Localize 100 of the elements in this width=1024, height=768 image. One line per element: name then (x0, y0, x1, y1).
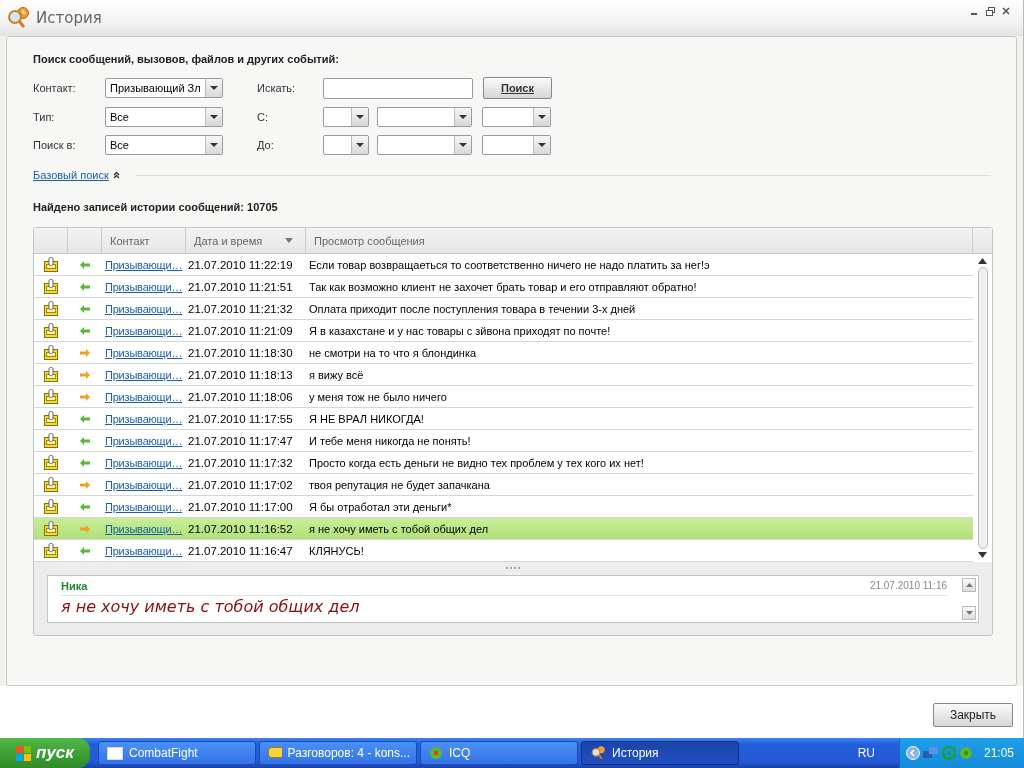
taskbar-button[interactable]: История (581, 741, 739, 765)
date-time-cell-text: 21.07.2010 11:21:32 (187, 301, 294, 317)
message-cell-text: у меня тож не было ничего (308, 389, 448, 405)
message-row[interactable]: Призывающи… 21.07.2010 11:16:52 я не хочу иметь с тобой общих дел (34, 518, 973, 540)
message-row[interactable]: Призывающи… 21.07.2010 11:18:30 не смотри на то что я блондинка (34, 342, 973, 364)
message-row[interactable]: Призывающи… 21.07.2010 11:22:19 Если товар возвращаеться то соответственно ничего не надо платить за нег!э (34, 254, 973, 276)
day-dropdown[interactable] (323, 107, 369, 127)
scroll-down-icon[interactable] (978, 552, 987, 558)
taskbar-button[interactable]: Разговоров: 4 - kons... (259, 741, 417, 765)
contact-link[interactable]: Призывающи… (105, 368, 183, 381)
search-heading: Поиск сообщений, вызовов, файлов и других событий: (33, 53, 340, 65)
month-dropdown[interactable] (377, 107, 472, 127)
message-cell-text: Оплата приходит после поступления товара в течении 3-х дней (308, 301, 637, 317)
contact-link[interactable]: Призывающи… (105, 324, 183, 337)
message-cell-text: КЛЯНУСЬ! (308, 543, 365, 559)
year-dropdown[interactable] (482, 107, 551, 127)
type-dropdown[interactable]: Все (105, 107, 223, 127)
contact-link[interactable]: Призывающи… (105, 346, 183, 359)
right-arrow-icon (80, 480, 90, 489)
contact-link[interactable]: Призывающи… (105, 412, 183, 425)
message-cell-text: Просто когда есть деньги не видно тех проблем у тех кого их нет! (308, 455, 645, 471)
search-button[interactable]: Поиск (483, 77, 552, 99)
right-arrow-icon (80, 524, 90, 533)
windows-logo-icon (16, 745, 33, 761)
search-input-field[interactable] (323, 77, 473, 99)
left-arrow-icon (80, 502, 90, 511)
chevron-left-icon[interactable] (905, 746, 920, 760)
search-in-dropdown[interactable]: Все (105, 135, 223, 155)
splitter-grip[interactable] (506, 566, 520, 571)
restore-icon[interactable] (985, 6, 995, 16)
contact-link[interactable]: Призывающи… (105, 390, 183, 403)
column-header[interactable]: Дата и время (186, 228, 306, 253)
column-header[interactable]: Контакт (102, 228, 186, 253)
clipboard-icon (44, 433, 58, 448)
contact-link[interactable]: Призывающи… (105, 456, 183, 469)
message-cell-text: я вижу всё (308, 367, 365, 383)
found-count-text: Найдено записей истории сообщений: 10705 (33, 201, 279, 213)
contact-link[interactable]: Призывающи… (105, 500, 183, 513)
clipboard-icon (44, 279, 58, 294)
scroll-up-button[interactable] (962, 578, 976, 592)
close-icon[interactable] (1002, 7, 1010, 15)
taskbar-button[interactable]: ICQ (420, 741, 578, 765)
message-row[interactable]: Призывающи… 21.07.2010 11:17:47 И тебе меня никогда не понять! (34, 430, 973, 452)
taskbar-button[interactable]: CombatFight (98, 741, 256, 765)
message-cell-text: не смотри на то что я блондинка (308, 345, 478, 361)
find-label: Искать: (257, 82, 297, 94)
column-header[interactable]: Просмотр сообщения (306, 228, 973, 253)
double-chevron-up-icon (112, 171, 120, 179)
contact-link[interactable]: Призывающи… (105, 522, 183, 535)
date-time-cell-text: 21.07.2010 11:17:00 (187, 499, 294, 515)
left-arrow-icon (80, 260, 90, 269)
message-cell-text: Я НЕ ВРАЛ НИКОГДА! (308, 411, 425, 427)
clock: 21:05 (983, 746, 1014, 760)
flower-icon[interactable] (958, 746, 973, 760)
message-cell-text: твоя репутация не будет запачкана (308, 477, 491, 493)
scroll-down-button[interactable] (962, 606, 976, 620)
contact-link[interactable]: Призывающи… (105, 478, 183, 491)
contact-link[interactable]: Призывающи… (105, 544, 183, 557)
date-time-cell-text: 21.07.2010 11:17:02 (187, 477, 294, 493)
sort-down-icon (285, 238, 293, 243)
date-time-cell-text: 21.07.2010 11:21:51 (187, 279, 294, 295)
message-row[interactable]: Призывающи… 21.07.2010 11:17:32 Просто когда есть деньги не видно тех проблем у тех кого их нет! (34, 452, 973, 474)
scroll-thumb[interactable] (977, 267, 988, 549)
message-row[interactable]: Призывающи… 21.07.2010 11:16:47 КЛЯНУСЬ! (34, 540, 973, 562)
date-time-cell-text: 21.07.2010 11:18:30 (187, 345, 294, 361)
message-row[interactable]: Призывающи… 21.07.2010 11:21:51 Так как возможно клиент не захочет брать товар и его отправляют обратно! (34, 276, 973, 298)
language-indicator[interactable]: RU (857, 746, 875, 760)
message-cell-text: Я в казахстане и у нас товары с зйвона приходят по почте! (308, 323, 612, 339)
year-dropdown[interactable] (482, 135, 551, 155)
contact-dropdown[interactable]: Призывающий Зл (105, 78, 223, 98)
magnifier-clock-icon (6, 7, 30, 29)
clipboard-icon (44, 345, 58, 360)
date-time-cell-text: 21.07.2010 11:18:06 (187, 389, 294, 405)
contact-link[interactable]: Призывающи… (105, 258, 183, 271)
clipboard-icon (44, 499, 58, 514)
type-label: Тип: (33, 111, 56, 123)
day-dropdown[interactable] (323, 135, 369, 155)
contact-link[interactable]: Призывающи… (105, 280, 183, 293)
message-row[interactable]: Призывающи… 21.07.2010 11:18:06 у меня тож не было ничего (34, 386, 973, 408)
message-row[interactable]: Призывающи… 21.07.2010 11:18:13 я вижу всё (34, 364, 973, 386)
message-cell-text: я не хочу иметь с тобой общих дел (308, 521, 490, 537)
network-icon[interactable] (922, 746, 939, 760)
message-row[interactable]: Призывающи… 21.07.2010 11:17:02 твоя репутация не будет запачкана (34, 474, 973, 496)
message-row[interactable]: Призывающи… 21.07.2010 11:21:09 Я в казахстане и у нас товары с зйвона приходят по почте! (34, 320, 973, 342)
message-row[interactable]: Призывающи… 21.07.2010 11:21:32 Оплата приходит после поступления товара в течении 3-х дней (34, 298, 973, 320)
contact-link[interactable]: Призывающи… (105, 434, 183, 447)
clipboard-icon (44, 477, 58, 492)
left-arrow-icon (80, 326, 90, 335)
left-arrow-icon (80, 282, 90, 291)
scroll-up-icon[interactable] (978, 258, 987, 264)
sender-name: Ника (61, 580, 88, 592)
basic-search-link[interactable]: Базовый поиск (33, 169, 109, 181)
clipboard-icon (44, 521, 58, 536)
window-icon (107, 746, 123, 760)
month-dropdown[interactable] (377, 135, 472, 155)
close-dialog-button[interactable]: Закрыть (933, 703, 1013, 727)
message-row[interactable]: Призывающи… 21.07.2010 11:17:55 Я НЕ ВРАЛ НИКОГДА! (34, 408, 973, 430)
flower-icon (429, 746, 443, 760)
message-row[interactable]: Призывающи… 21.07.2010 11:17:00 Я бы отработал эти деньги* (34, 496, 973, 518)
contact-link[interactable]: Призывающи… (105, 302, 183, 315)
